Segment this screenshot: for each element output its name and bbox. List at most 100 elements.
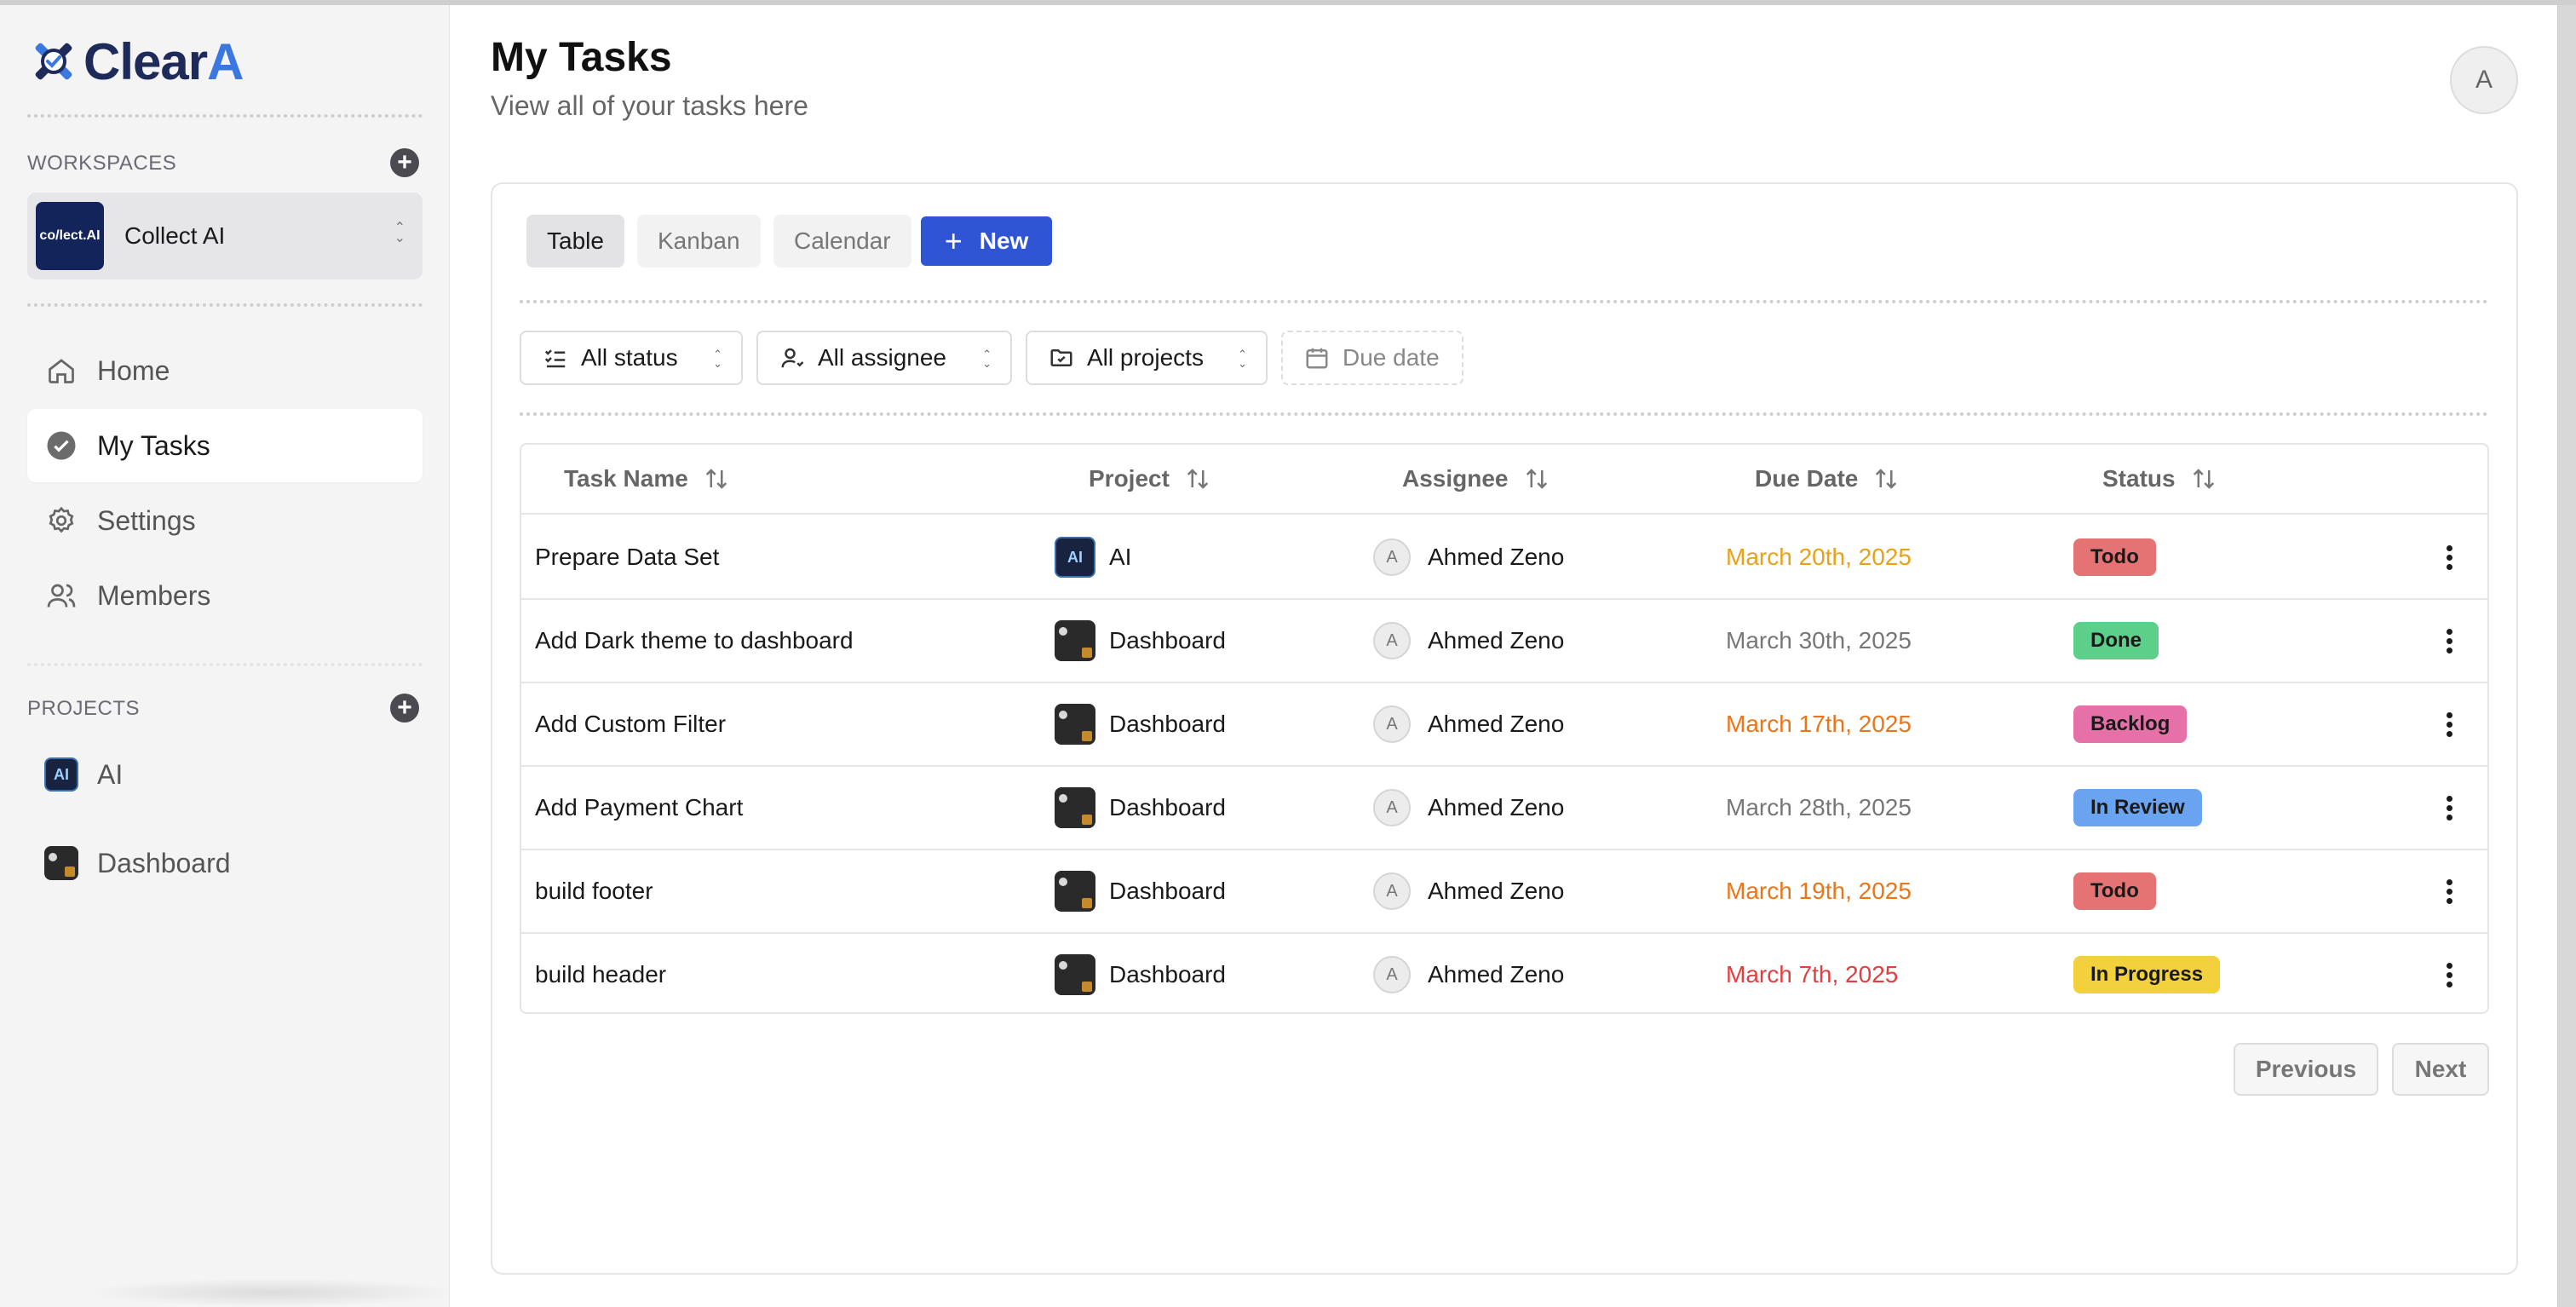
sidebar-item-home[interactable]: Home: [27, 334, 423, 407]
previous-page-button[interactable]: Previous: [2234, 1043, 2378, 1096]
assignee-cell: A Ahmed Zeno: [1373, 934, 1564, 1012]
due-date-cell: March 7th, 2025: [1726, 961, 1899, 987]
add-project-button[interactable]: +: [390, 694, 419, 723]
project-thumbnail: [44, 846, 78, 880]
project-thumbnail: [1055, 620, 1095, 661]
table-row[interactable]: Add Custom Filter Dashboard A Ahmed Zeno…: [521, 683, 2487, 767]
column-header-status[interactable]: Status: [2102, 465, 2217, 492]
table-row[interactable]: Prepare Data Set AI AI A Ahmed Zeno Marc…: [521, 516, 2487, 600]
sidebar-item-settings[interactable]: Settings: [27, 484, 423, 557]
column-header-assignee[interactable]: Assignee: [1402, 465, 1550, 492]
sort-icon: [704, 466, 729, 492]
assignee-filter[interactable]: All assignee ⌃ ⌄: [756, 331, 1012, 385]
column-header-due-date[interactable]: Due Date: [1755, 465, 1899, 492]
status-badge[interactable]: Todo: [2073, 538, 2156, 576]
tab-kanban[interactable]: Kanban: [637, 215, 761, 268]
status-badge[interactable]: In Review: [2073, 789, 2202, 826]
divider: [27, 303, 423, 307]
next-page-button[interactable]: Next: [2392, 1043, 2489, 1096]
task-name-cell[interactable]: build footer: [535, 850, 653, 932]
brand-logo[interactable]: ClearA: [27, 32, 244, 90]
tasks-table: Task Name Project Assignee Due Date Stat…: [520, 443, 2489, 1014]
home-icon: [44, 354, 78, 388]
assignee-cell: A Ahmed Zeno: [1373, 600, 1564, 682]
add-workspace-button[interactable]: +: [390, 148, 419, 177]
status-badge[interactable]: Todo: [2073, 872, 2156, 910]
projects-filter[interactable]: All projects ⌃ ⌄: [1026, 331, 1268, 385]
due-date-filter[interactable]: Due date: [1281, 331, 1463, 385]
column-header-project[interactable]: Project: [1089, 465, 1210, 492]
divider: [27, 663, 423, 666]
project-name: Dashboard: [1109, 961, 1226, 987]
sidebar-item-members[interactable]: Members: [27, 559, 423, 632]
clear-logo-icon: [35, 43, 72, 80]
avatar: A: [1373, 789, 1411, 826]
assignee-name: Ahmed Zeno: [1428, 878, 1565, 904]
project-cell: Dashboard: [1055, 683, 1226, 765]
tab-table[interactable]: Table: [526, 215, 624, 268]
task-name-cell[interactable]: Add Payment Chart: [535, 767, 743, 849]
due-date-cell: March 20th, 2025: [1726, 544, 1912, 570]
due-date-filter-label: Due date: [1343, 344, 1440, 371]
more-options-icon[interactable]: [2447, 629, 2453, 657]
column-header-task-name[interactable]: Task Name: [564, 465, 729, 492]
scrollbar[interactable]: [2557, 5, 2576, 1307]
assignee-cell: A Ahmed Zeno: [1373, 767, 1564, 849]
new-task-label: New: [979, 227, 1029, 254]
project-thumbnail: AI: [44, 757, 78, 792]
status-filter[interactable]: All status ⌃ ⌄: [520, 331, 743, 385]
column-label: Status: [2102, 465, 2176, 492]
project-thumbnail: [1055, 704, 1095, 745]
status-filter-label: All status: [581, 344, 678, 371]
table-row[interactable]: build header Dashboard A Ahmed Zeno Marc…: [521, 934, 2487, 1012]
table-header: Task Name Project Assignee Due Date Stat…: [521, 445, 2487, 515]
divider: [520, 300, 2489, 303]
task-name-cell[interactable]: build header: [535, 934, 666, 1012]
task-name-cell[interactable]: Prepare Data Set: [535, 516, 719, 598]
sidebar-item-label: My Tasks: [97, 429, 210, 461]
status-cell: In Progress: [2073, 934, 2221, 1012]
table-row[interactable]: Add Payment Chart Dashboard A Ahmed Zeno…: [521, 767, 2487, 850]
avatar: A: [1373, 538, 1411, 576]
assignee-cell: A Ahmed Zeno: [1373, 683, 1564, 765]
shadow: [85, 1278, 460, 1307]
more-options-icon[interactable]: [2447, 545, 2453, 573]
status-badge[interactable]: Backlog: [2073, 705, 2188, 743]
more-options-icon[interactable]: [2447, 712, 2453, 740]
due-date-cell: March 17th, 2025: [1726, 711, 1912, 737]
brand-name: ClearA: [83, 32, 244, 90]
user-avatar[interactable]: A: [2450, 46, 2518, 114]
table-row[interactable]: Add Dark theme to dashboard Dashboard A …: [521, 600, 2487, 683]
column-label: Task Name: [564, 465, 688, 492]
due-date-cell: March 30th, 2025: [1726, 627, 1912, 654]
folder-check-icon: [1048, 344, 1075, 371]
project-name: Dashboard: [1109, 878, 1226, 904]
status-badge[interactable]: In Progress: [2073, 956, 2221, 993]
more-options-icon[interactable]: [2447, 879, 2453, 907]
assignee-cell: A Ahmed Zeno: [1373, 516, 1564, 598]
new-task-button[interactable]: + New: [921, 216, 1052, 266]
avatar: A: [1373, 956, 1411, 993]
workspace-switcher[interactable]: co/lect.AI Collect AI ⌃ ⌄: [27, 193, 423, 279]
status-cell: In Review: [2073, 767, 2202, 849]
task-name-cell[interactable]: Add Custom Filter: [535, 683, 726, 765]
calendar-icon: [1303, 344, 1331, 371]
status-badge[interactable]: Done: [2073, 622, 2159, 659]
avatar: A: [1373, 705, 1411, 743]
sidebar-project-dashboard[interactable]: Dashboard: [27, 833, 423, 893]
table-row[interactable]: build footer Dashboard A Ahmed Zeno Marc…: [521, 850, 2487, 934]
sidebar-item-my-tasks[interactable]: My Tasks: [27, 409, 423, 482]
more-options-icon[interactable]: [2447, 963, 2453, 991]
task-name-cell[interactable]: Add Dark theme to dashboard: [535, 600, 854, 682]
sidebar-project-ai[interactable]: AI AI: [27, 745, 423, 804]
status-cell: Todo: [2073, 516, 2156, 598]
more-options-icon[interactable]: [2447, 796, 2453, 824]
workspaces-label: WORKSPACES: [27, 152, 177, 175]
tab-calendar[interactable]: Calendar: [773, 215, 911, 268]
project-cell: Dashboard: [1055, 934, 1226, 1012]
project-cell: Dashboard: [1055, 600, 1226, 682]
sidebar-item-label: Home: [97, 354, 170, 386]
status-cell: Todo: [2073, 850, 2156, 932]
due-date-cell: March 19th, 2025: [1726, 878, 1912, 904]
assignee-name: Ahmed Zeno: [1428, 627, 1565, 654]
